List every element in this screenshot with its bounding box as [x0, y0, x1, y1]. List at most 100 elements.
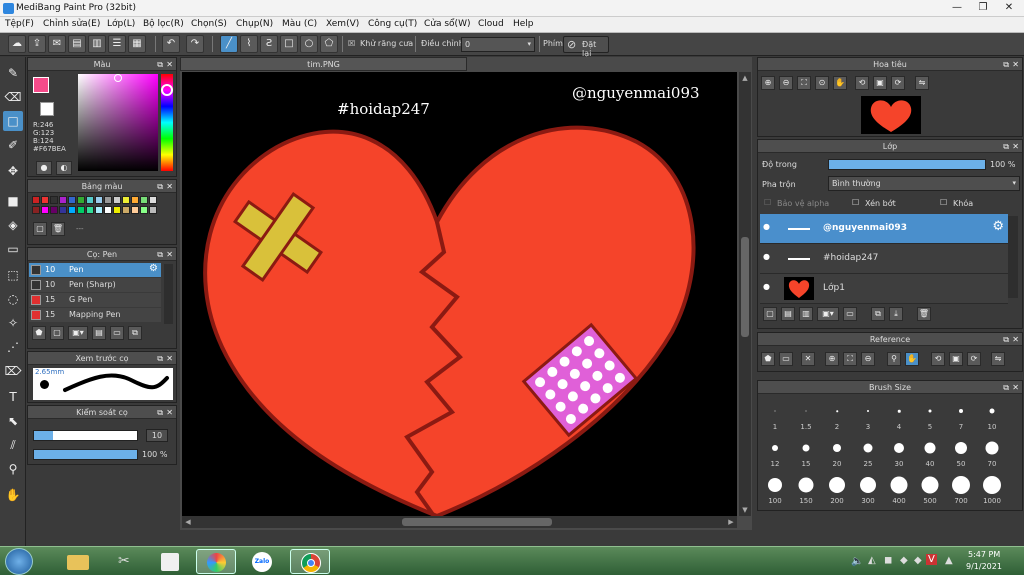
paint-app-icon[interactable] — [196, 549, 236, 574]
palette-swatch[interactable] — [32, 196, 40, 204]
palette-swatch[interactable] — [77, 206, 85, 214]
brush-size-option[interactable]: 15 — [791, 434, 821, 468]
drawing-canvas[interactable]: #hoidap247 @nguyenmai093 — [182, 72, 737, 516]
palette-swatch[interactable] — [95, 206, 103, 214]
vertical-scroll-thumb[interactable] — [741, 237, 749, 337]
eraser-tool-icon[interactable]: ⌫ — [3, 87, 23, 107]
undock-icon[interactable]: ⧉ — [1003, 381, 1009, 394]
clock-date[interactable]: 9/1/2021 — [966, 562, 1002, 571]
text-tool-icon[interactable]: T — [3, 387, 23, 407]
dot-tool-icon[interactable]: ✐ — [3, 135, 23, 155]
clock-time[interactable]: 5:47 PM — [968, 550, 1000, 559]
undo-icon[interactable]: ↶ — [162, 35, 180, 53]
document-icon[interactable]: ▥ — [88, 35, 106, 53]
palette-swatch[interactable] — [122, 206, 130, 214]
brush-item[interactable]: 10 Pen ⚙ — [29, 263, 161, 277]
close-icon[interactable]: ✕ — [1012, 58, 1019, 71]
delete-palette-icon[interactable]: 🗑 — [51, 222, 65, 236]
brush-size-option[interactable]: 30 — [884, 434, 914, 468]
comment-icon[interactable]: ✉ — [48, 35, 66, 53]
undock-icon[interactable]: ⧉ — [157, 352, 163, 365]
fill-shape-icon[interactable]: ■ — [3, 191, 23, 211]
new-palette-icon[interactable]: ▢ — [33, 222, 47, 236]
bucket-tool-icon[interactable]: ◈ — [3, 215, 23, 235]
chrome-icon[interactable] — [290, 549, 330, 574]
upload-icon[interactable]: ⇪ — [28, 35, 46, 53]
menu-tools[interactable]: Công cụ(T) — [368, 19, 417, 29]
pan-icon[interactable]: ✋ — [905, 352, 919, 366]
lasso-tool-icon[interactable]: ◌ — [3, 289, 23, 309]
tray-app-icon[interactable]: ◆ — [914, 555, 922, 566]
menu-capture[interactable]: Chụp(N) — [236, 19, 273, 29]
brush-size-option[interactable]: 400 — [884, 471, 914, 505]
palette-swatch[interactable] — [86, 196, 94, 204]
undock-icon[interactable]: ⧉ — [1003, 333, 1009, 346]
palette-swatch[interactable] — [77, 196, 85, 204]
color-add-icon[interactable]: ● — [36, 161, 52, 175]
horizontal-scroll-thumb[interactable] — [402, 518, 552, 526]
redo-icon[interactable]: ↷ — [186, 35, 204, 53]
brush-size-option[interactable]: 2 — [822, 397, 852, 431]
file-explorer-icon[interactable] — [58, 549, 98, 574]
gear-icon[interactable]: ⚙ — [992, 219, 1004, 234]
navigator-thumbnail[interactable] — [861, 96, 921, 134]
visibility-icon[interactable]: ● — [763, 222, 770, 231]
palette-swatch[interactable] — [104, 196, 112, 204]
brush-tool-icon[interactable]: ✎ — [3, 63, 23, 83]
scroll-left-icon[interactable]: ◀ — [183, 517, 193, 527]
maximize-button[interactable]: ❐ — [970, 0, 996, 17]
layer-menu-icon[interactable]: ▣▾ — [817, 307, 839, 321]
start-button[interactable] — [5, 548, 33, 575]
close-icon[interactable]: ✕ — [1012, 333, 1019, 346]
add-brush-icon[interactable]: ⬟ — [32, 326, 46, 340]
flip-icon[interactable]: ⇋ — [991, 352, 1005, 366]
protect-alpha-checkbox[interactable]: ☐ — [764, 198, 771, 207]
brush-size-option[interactable]: 150 — [791, 471, 821, 505]
brush-copy-icon[interactable]: ▤ — [92, 326, 106, 340]
new-layer-icon[interactable]: ▢ — [763, 307, 777, 321]
menu-window[interactable]: Cửa sổ(W) — [424, 19, 470, 29]
reference-close-icon[interactable]: ✕ — [801, 352, 815, 366]
palette-swatch[interactable] — [113, 196, 121, 204]
close-icon[interactable]: ✕ — [1012, 381, 1019, 394]
gradient-tool-icon[interactable]: ▭ — [3, 239, 23, 259]
undock-icon[interactable]: ⧉ — [1003, 140, 1009, 153]
palette-swatch[interactable] — [104, 206, 112, 214]
curve-icon[interactable]: Ƨ — [260, 35, 278, 53]
reference-open-icon[interactable]: ▭ — [779, 352, 793, 366]
snipping-tool-icon[interactable]: ✂ — [104, 549, 144, 574]
menu-color[interactable]: Màu (C) — [282, 19, 317, 29]
zalo-app-icon[interactable]: Zalo — [242, 549, 282, 574]
palette-swatch[interactable] — [140, 196, 148, 204]
antialias-checkbox[interactable]: ☒ — [348, 39, 355, 48]
brush-opacity-slider[interactable] — [33, 449, 138, 460]
eyedropper-tool-icon[interactable]: ⚲ — [3, 459, 23, 479]
tray-app-icon[interactable]: ◼ — [884, 555, 892, 566]
zoom-in-icon[interactable]: ⊕ — [761, 76, 775, 90]
visibility-icon[interactable]: ● — [763, 282, 770, 291]
color-settings-icon[interactable]: ◐ — [56, 161, 72, 175]
new-brush-icon[interactable]: ▢ — [50, 326, 64, 340]
close-button[interactable]: ✕ — [996, 0, 1022, 17]
fit-window-icon[interactable]: ⛶ — [843, 352, 857, 366]
delete-layer-icon[interactable]: 🗑 — [917, 307, 931, 321]
brush-size-option[interactable]: 300 — [853, 471, 883, 505]
brush-size-option[interactable]: 50 — [946, 434, 976, 468]
canvas-horizontal-scrollbar[interactable]: ◀ ▶ — [182, 516, 737, 528]
close-icon[interactable]: ✕ — [166, 352, 173, 365]
gear-icon[interactable]: ⚙ — [149, 263, 158, 274]
lock-checkbox[interactable]: ☐ — [940, 198, 947, 207]
ellipse-icon[interactable]: ○ — [300, 35, 318, 53]
palette-swatch[interactable] — [140, 206, 148, 214]
folder-icon[interactable]: ▭ — [110, 326, 124, 340]
merge-layer-icon[interactable]: ⤓ — [889, 307, 903, 321]
undock-icon[interactable]: ⧉ — [157, 406, 163, 419]
palette-swatch[interactable] — [41, 206, 49, 214]
close-icon[interactable]: ✕ — [1012, 140, 1019, 153]
operation-tool-icon[interactable]: ⬉ — [3, 411, 23, 431]
minimize-button[interactable]: — — [944, 0, 970, 17]
menu-filter[interactable]: Bộ lọc(R) — [143, 19, 184, 29]
palette-swatch[interactable] — [59, 206, 67, 214]
layer-row[interactable]: ● #hoidap247 — [760, 244, 1008, 274]
volume-icon[interactable]: 🔈 — [851, 556, 863, 567]
